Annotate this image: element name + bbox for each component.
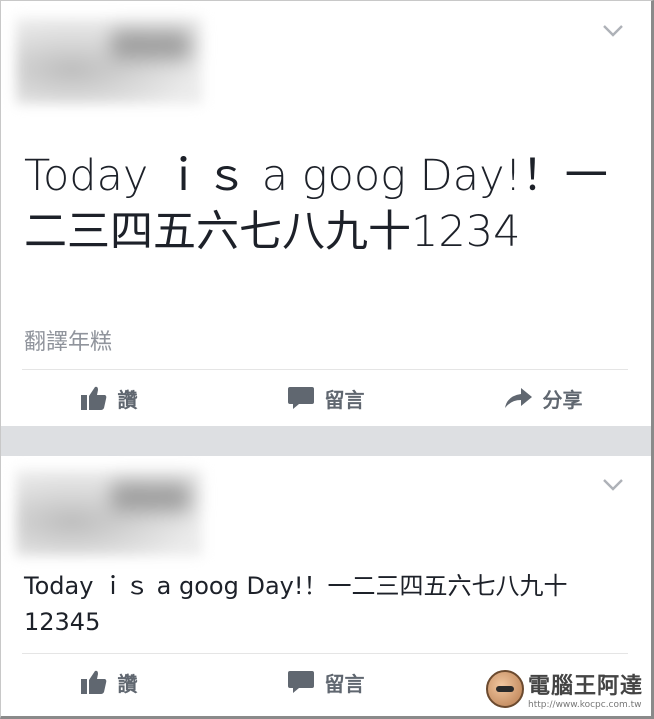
screenshot-frame [0,0,654,719]
